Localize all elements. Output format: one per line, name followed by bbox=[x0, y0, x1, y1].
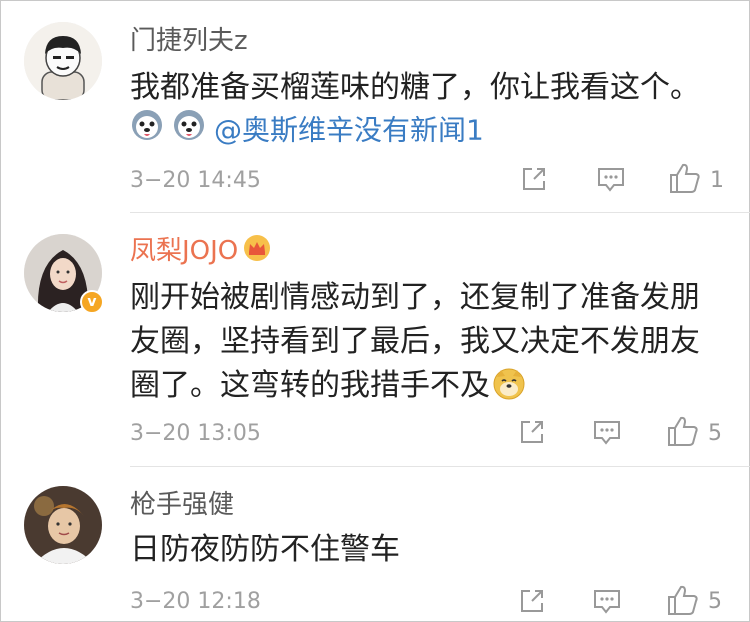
husky-emoji-icon bbox=[172, 108, 206, 153]
comment-text-line-end: 圈了。这弯转的我措手不及 bbox=[130, 368, 490, 403]
username-text: 凤梨JOJO bbox=[130, 236, 239, 266]
avatar[interactable] bbox=[24, 22, 102, 100]
avatar[interactable] bbox=[24, 486, 102, 564]
mention-link[interactable]: @奥斯维辛没有新闻1 bbox=[214, 114, 484, 147]
comment-item: 枪手强健 日防夜防防不住警车 3−20 12:18 5 bbox=[0, 466, 750, 622]
comment-icon bbox=[598, 168, 624, 192]
share-icon bbox=[521, 590, 543, 612]
verified-badge: v bbox=[80, 290, 104, 314]
comment-time: 3−20 12:18 bbox=[130, 589, 261, 614]
comment-button[interactable] bbox=[592, 418, 622, 450]
thumb-up-icon bbox=[670, 163, 700, 193]
comment-icon bbox=[594, 421, 620, 445]
comment-text-line: 圈了。这弯转的我措手不及 bbox=[130, 364, 720, 414]
like-count: 1 bbox=[710, 168, 724, 193]
thumb-up-icon bbox=[668, 416, 698, 446]
doge-emoji-icon bbox=[492, 367, 526, 414]
husky-emoji-icon bbox=[130, 108, 164, 153]
like-button[interactable] bbox=[666, 584, 700, 620]
comment-username[interactable]: 凤梨JOJO bbox=[130, 234, 272, 271]
share-button[interactable] bbox=[520, 165, 548, 197]
comment-text: 我都准备买榴莲味的糖了，你让我看这个。 bbox=[130, 70, 700, 105]
comment-button[interactable] bbox=[592, 587, 622, 619]
share-button[interactable] bbox=[518, 587, 546, 619]
like-button[interactable] bbox=[666, 415, 700, 451]
comment-icon bbox=[594, 590, 620, 614]
like-count: 5 bbox=[708, 589, 722, 614]
comment-username[interactable]: 门捷列夫z bbox=[130, 24, 248, 58]
avatar-painting-woman-icon bbox=[24, 486, 102, 564]
mention-line: @奥斯维辛没有新闻1 bbox=[130, 108, 484, 153]
comment-item: v 凤梨JOJO 刚开始被剧情感动到了，还复制了准备发朋 友圈，坚持看到了最后，… bbox=[0, 212, 750, 467]
comment-text-line: 刚开始被剧情感动到了，还复制了准备发朋 bbox=[130, 280, 700, 315]
comment-time: 3−20 13:05 bbox=[130, 421, 261, 446]
comment-username[interactable]: 枪手强健 bbox=[130, 488, 234, 522]
comment-text: 日防夜防防不住警车 bbox=[130, 532, 400, 567]
like-button[interactable] bbox=[668, 162, 702, 198]
comment-item: 门捷列夫z 我都准备买榴莲味的糖了，你让我看这个。 @奥斯维辛没有新闻1 3−2 bbox=[0, 0, 750, 210]
share-button[interactable] bbox=[518, 418, 546, 450]
avatar-cartoon-boy-icon bbox=[24, 22, 102, 100]
comment-text: 刚开始被剧情感动到了，还复制了准备发朋 友圈，坚持看到了最后，我又决定不发朋友 … bbox=[130, 276, 720, 414]
comment-time: 3−20 14:45 bbox=[130, 168, 261, 193]
crown-badge-icon bbox=[242, 234, 272, 271]
share-icon bbox=[521, 421, 543, 443]
comment-button[interactable] bbox=[596, 165, 626, 197]
comment-text-line: 友圈，坚持看到了最后，我又决定不发朋友 bbox=[130, 324, 700, 359]
share-icon bbox=[523, 168, 545, 190]
thumb-up-icon bbox=[668, 585, 698, 615]
like-count: 5 bbox=[708, 421, 722, 446]
